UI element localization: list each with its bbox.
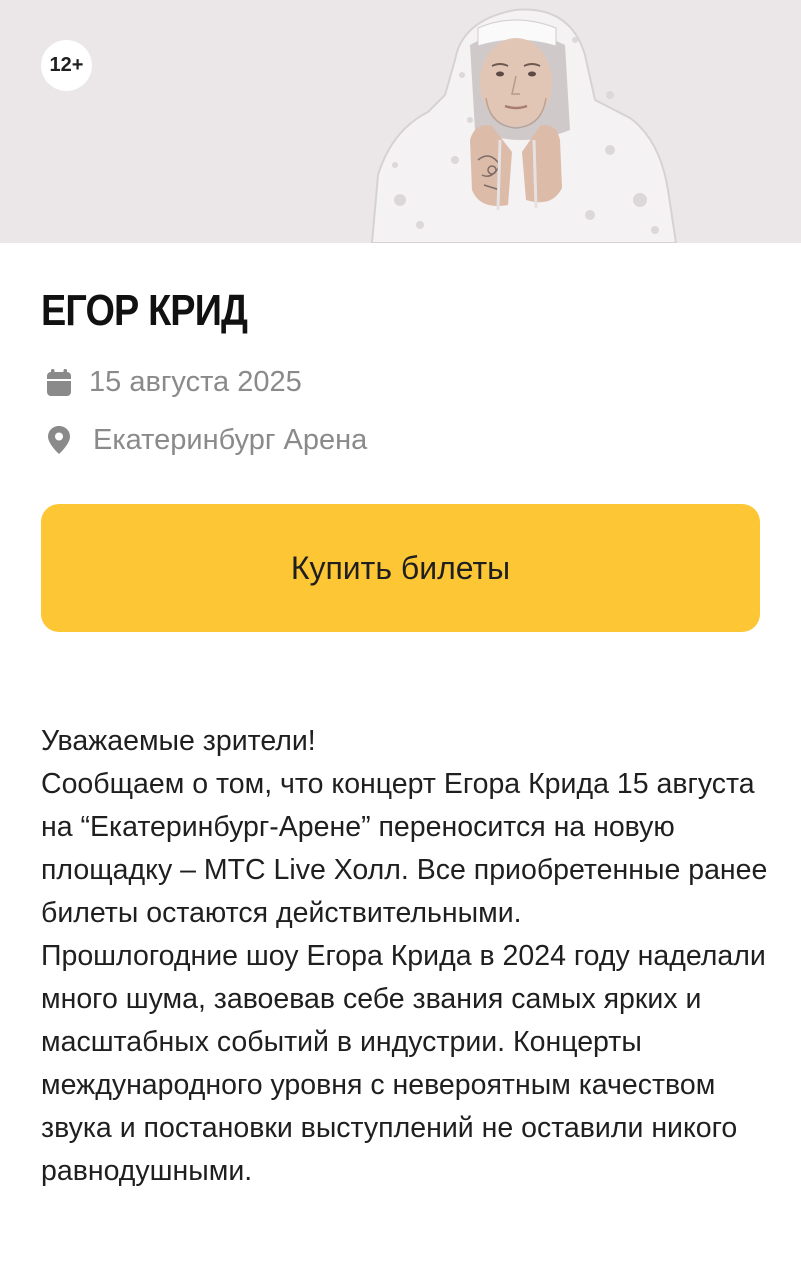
event-venue: Екатеринбург Арена	[93, 423, 368, 456]
location-pin-icon	[41, 422, 77, 458]
event-page: 12+ ЕГОР КРИД 15 августа 2025 Екатеринбу…	[0, 0, 801, 1280]
buy-tickets-button[interactable]: Купить билеты	[41, 504, 760, 632]
calendar-icon	[41, 364, 77, 400]
event-title: ЕГОР КРИД	[41, 286, 248, 335]
description-paragraph: Сообщаем о том, что концерт Егора Крида …	[41, 768, 768, 929]
event-venue-row: Екатеринбург Арена	[41, 420, 367, 460]
description-paragraph: Уважаемые зрители!	[41, 725, 316, 757]
event-description: Уважаемые зрители! Сообщаем о том, что к…	[41, 720, 771, 1193]
age-rating-badge: 12+	[41, 40, 92, 91]
event-date-row: 15 августа 2025	[41, 362, 302, 402]
event-hero: 12+	[0, 0, 801, 243]
artist-photo	[370, 8, 678, 243]
description-paragraph: Прошлогодние шоу Егора Крида в 2024 году…	[41, 940, 766, 1187]
event-date: 15 августа 2025	[89, 365, 302, 398]
